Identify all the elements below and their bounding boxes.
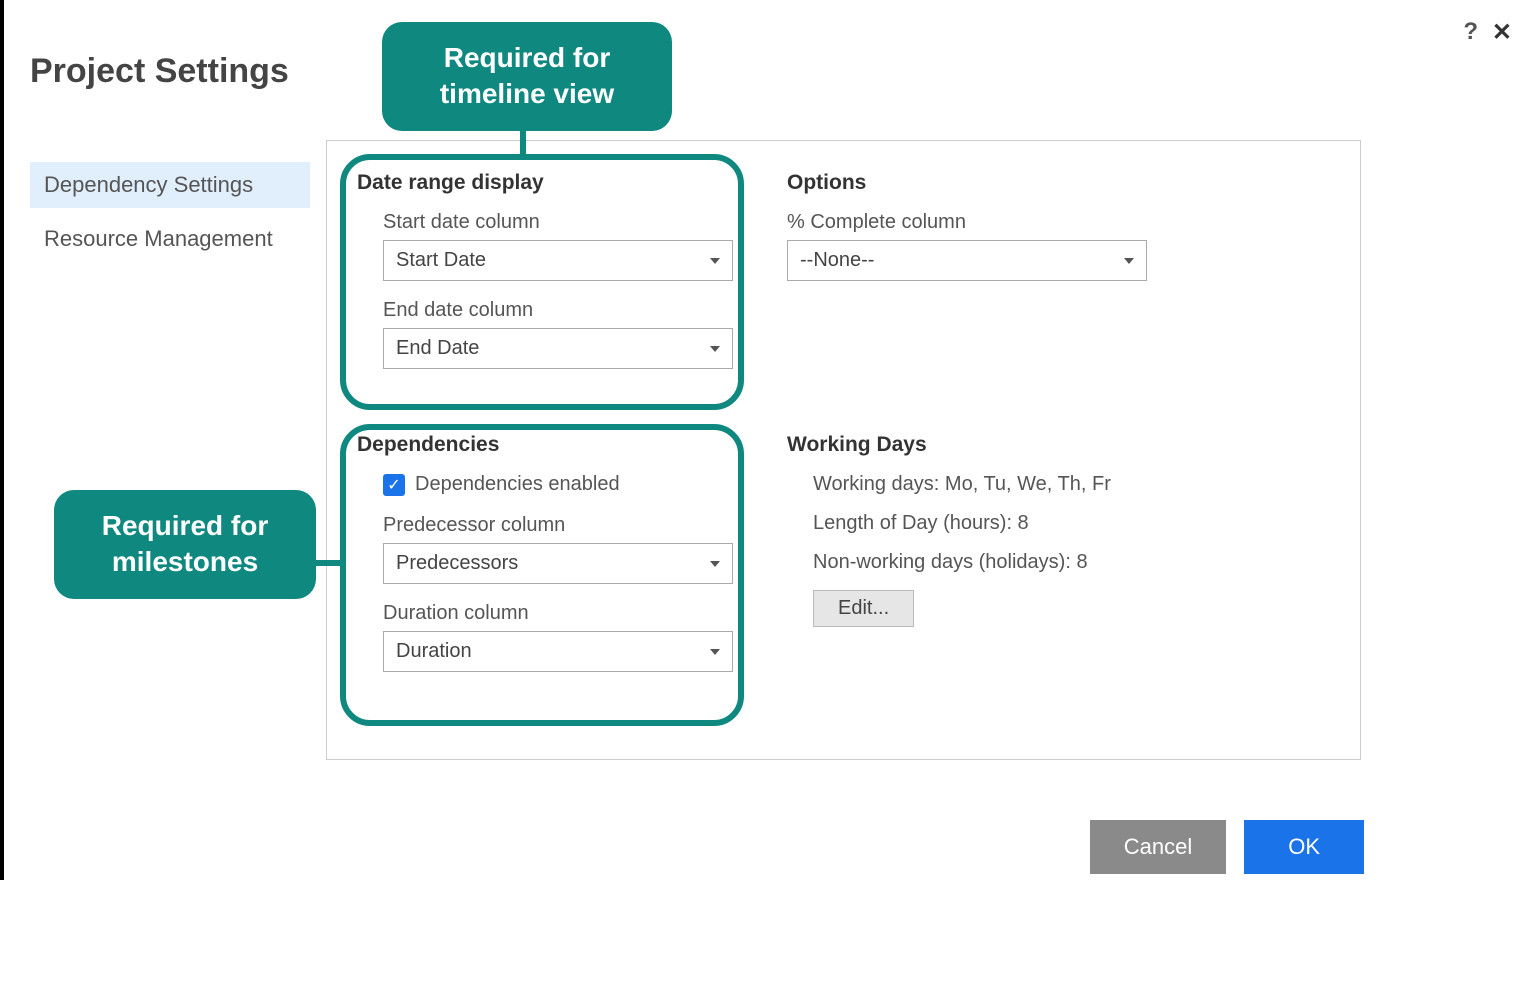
sidebar-item-resource-management[interactable]: Resource Management <box>30 216 310 262</box>
help-icon[interactable]: ? <box>1463 18 1478 46</box>
nonworking-days-line: Non-working days (holidays): 8 <box>813 551 1177 574</box>
working-days-section: Working Days Working days: Mo, Tu, We, T… <box>787 433 1177 690</box>
start-date-value: Start Date <box>396 249 486 272</box>
chevron-down-icon <box>710 346 720 352</box>
complete-column-value: --None-- <box>800 249 874 272</box>
chevron-down-icon <box>710 561 720 567</box>
options-section: Options % Complete column --None-- <box>787 171 1177 387</box>
predecessor-value: Predecessors <box>396 552 518 575</box>
predecessor-label: Predecessor column <box>383 514 747 537</box>
callout-milestones: Required for milestones <box>54 490 316 599</box>
start-date-label: Start date column <box>383 211 747 234</box>
chevron-down-icon <box>710 649 720 655</box>
chevron-down-icon <box>710 258 720 264</box>
sidebar: Dependency Settings Resource Management <box>30 162 310 270</box>
dependencies-heading: Dependencies <box>357 433 747 457</box>
end-date-select[interactable]: End Date <box>383 328 733 369</box>
options-heading: Options <box>787 171 1177 195</box>
callout-timeline: Required for timeline view <box>382 22 672 131</box>
chevron-down-icon <box>1124 258 1134 264</box>
end-date-label: End date column <box>383 299 747 322</box>
page-title: Project Settings <box>30 52 289 91</box>
complete-column-select[interactable]: --None-- <box>787 240 1147 281</box>
duration-value: Duration <box>396 640 472 663</box>
callout-connector-left <box>314 560 342 566</box>
edit-working-days-button[interactable]: Edit... <box>813 590 914 627</box>
dependencies-enabled-label: Dependencies enabled <box>415 473 620 496</box>
left-border-line <box>0 0 4 880</box>
complete-column-label: % Complete column <box>787 211 1177 234</box>
callout-connector-top <box>520 130 526 156</box>
cancel-button[interactable]: Cancel <box>1090 820 1226 874</box>
start-date-select[interactable]: Start Date <box>383 240 733 281</box>
date-range-section: Date range display Start date column Sta… <box>357 171 747 387</box>
duration-label: Duration column <box>383 602 747 625</box>
duration-select[interactable]: Duration <box>383 631 733 672</box>
dialog-button-row: Cancel OK <box>1090 820 1364 874</box>
dependencies-section: Dependencies ✓ Dependencies enabled Pred… <box>357 433 747 690</box>
sidebar-item-dependency-settings[interactable]: Dependency Settings <box>30 162 310 208</box>
main-panel: Date range display Start date column Sta… <box>326 140 1361 760</box>
working-days-line: Working days: Mo, Tu, We, Th, Fr <box>813 473 1177 496</box>
date-range-heading: Date range display <box>357 171 747 195</box>
close-icon[interactable]: ✕ <box>1492 18 1512 47</box>
predecessor-select[interactable]: Predecessors <box>383 543 733 584</box>
length-of-day-line: Length of Day (hours): 8 <box>813 512 1177 535</box>
ok-button[interactable]: OK <box>1244 820 1364 874</box>
dependencies-enabled-checkbox[interactable]: ✓ <box>383 474 405 496</box>
working-days-heading: Working Days <box>787 433 1177 457</box>
end-date-value: End Date <box>396 337 479 360</box>
